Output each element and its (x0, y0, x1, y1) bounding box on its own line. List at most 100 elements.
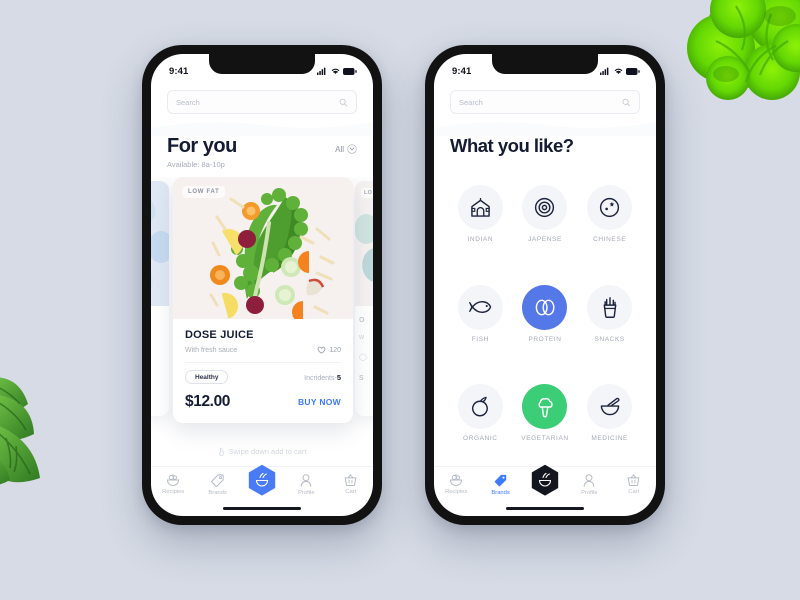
search-section (151, 82, 373, 114)
tab-profile[interactable]: Profile (287, 474, 325, 496)
category-fish-circle[interactable] (457, 284, 503, 330)
status-icons (317, 67, 357, 75)
incredients-value: 5 (336, 372, 341, 382)
screen-categories: 9:41 Search What you like? INDIAN JAPENS… (434, 54, 656, 516)
all-filter-label: All (335, 144, 344, 154)
buy-now-button[interactable]: BUY NOW (298, 397, 341, 407)
hand-swipe-icon (218, 447, 224, 456)
category-japense[interactable]: JAPENSE (513, 165, 578, 263)
home-indicator[interactable] (223, 506, 301, 510)
tag-icon[interactable] (494, 474, 507, 487)
basket-icon[interactable] (344, 474, 357, 486)
fruit-icon (472, 396, 489, 417)
bowl-salad-icon[interactable] (449, 474, 463, 486)
page-title: For you (167, 135, 237, 157)
page-title-two: What you like? (450, 135, 574, 156)
product-subtitle: With fresh sauce (185, 346, 238, 354)
tab-cart-two[interactable]: Cart (615, 474, 653, 495)
peek-right-badge: LO (361, 188, 373, 198)
category-chinese[interactable]: CHINESE (577, 165, 642, 263)
all-filter-button[interactable]: All (335, 144, 357, 157)
category-fish[interactable]: FISH (448, 265, 513, 363)
tab-cart[interactable]: Cart (332, 474, 370, 495)
swipe-hint-text: Swipe down add to cart (228, 447, 307, 456)
search-box[interactable] (167, 90, 357, 114)
basket-icon[interactable] (627, 474, 640, 486)
incredients-info: Incridents-5 (304, 373, 341, 382)
category-organic-label: ORGANIC (463, 435, 498, 443)
bowl-salad-icon[interactable] (166, 474, 180, 486)
chevron-down-circle-icon[interactable] (347, 144, 357, 154)
category-organic[interactable]: ORGANIC (448, 364, 513, 462)
peek-left-incredients: 3 (151, 340, 165, 347)
tab-brands[interactable]: Brands (199, 474, 237, 496)
tab-profile-two-label: Profile (581, 490, 598, 496)
product-meta-row: With fresh sauce 120 (185, 346, 341, 354)
low-fat-badge: LOW FAT (182, 186, 226, 198)
carousel-peek-right[interactable]: LO O w ◯ S (355, 181, 373, 416)
availability-subtitle: Available: 8a-10p (167, 160, 225, 169)
hexagon-bowl-icon[interactable] (530, 464, 560, 497)
search-input-two[interactable] (459, 97, 623, 107)
category-protein[interactable]: PROTEIN (513, 265, 578, 363)
category-japense-circle[interactable] (522, 185, 568, 231)
mortar-icon (600, 397, 620, 416)
wifi-icon (614, 68, 622, 74)
search-input[interactable] (176, 97, 340, 107)
category-snacks-circle[interactable] (587, 284, 633, 330)
category-indian-circle[interactable] (457, 185, 503, 231)
status-bar: 9:41 (151, 54, 373, 82)
battery-icon (343, 67, 357, 75)
category-snacks[interactable]: SNACKS (577, 265, 642, 363)
tab-brands-two[interactable]: Brands (482, 474, 520, 496)
product-carousel[interactable]: 0 3 W LO O w ◯ S (151, 177, 373, 466)
category-medicine-circle[interactable] (587, 384, 633, 430)
category-medicine[interactable]: MEDICINE (577, 364, 642, 462)
category-protein-label: PROTEIN (528, 335, 562, 343)
carousel-peek-left[interactable]: 0 3 W (151, 181, 169, 416)
hexagon-bowl-icon[interactable] (247, 464, 277, 497)
bottom-nav-two: Recipies Brands Profile Cart (434, 464, 656, 516)
tag-icon[interactable] (211, 474, 224, 487)
healthy-tag[interactable]: Healthy (185, 370, 229, 384)
peek-left-buy[interactable]: W (151, 361, 165, 368)
heart-icon[interactable] (317, 346, 326, 354)
category-organic-circle[interactable] (457, 384, 503, 430)
tab-recipies-label: Recipies (162, 489, 185, 495)
eggs-icon (535, 299, 555, 316)
search-icon[interactable] (622, 98, 631, 107)
food-photo (173, 177, 353, 319)
category-protein-circle[interactable] (522, 284, 568, 330)
tab-profile-label: Profile (298, 490, 315, 496)
tab-recipies[interactable]: Recipies (154, 474, 192, 495)
tab-brands-two-label: Brands (491, 490, 510, 496)
category-grid: INDIAN JAPENSE CHINESE FISH PROTEIN SNAC… (434, 155, 656, 466)
fries-icon (603, 296, 617, 318)
likes-count: 120 (329, 346, 341, 354)
page-header: For you All (151, 136, 373, 157)
person-icon[interactable] (300, 474, 312, 487)
likes-counter[interactable]: 120 (317, 346, 341, 354)
peek-left-body: 0 3 W (151, 311, 169, 374)
product-card[interactable]: LOW FAT DOSE JUICE With fresh sauce 120 (173, 177, 353, 423)
home-indicator-two[interactable] (506, 506, 584, 510)
category-fish-label: FISH (471, 335, 489, 343)
signal-icon (317, 67, 326, 75)
category-vegetarian[interactable]: VEGETARIAN (513, 364, 578, 462)
tab-profile-two[interactable]: Profile (570, 474, 608, 496)
tab-recipies-two[interactable]: Recipies (437, 474, 475, 495)
peek-right-body: O w ◯ S (359, 317, 367, 382)
category-indian[interactable]: INDIAN (448, 165, 513, 263)
phone-mockup-categories: 9:41 Search What you like? INDIAN JAPENS… (425, 45, 665, 525)
status-bar-two: 9:41 (434, 54, 656, 82)
category-snacks-label: SNACKS (594, 335, 625, 343)
search-box-two[interactable] (450, 90, 640, 114)
category-chinese-circle[interactable] (587, 185, 633, 231)
moon-star-icon (600, 198, 620, 218)
search-icon[interactable] (339, 98, 348, 107)
person-icon[interactable] (583, 474, 595, 487)
status-icons-two (600, 67, 640, 75)
status-time: 9:41 (169, 65, 189, 77)
category-vegetarian-circle[interactable] (522, 384, 568, 430)
price-row: $12.00 BUY NOW (185, 393, 341, 411)
